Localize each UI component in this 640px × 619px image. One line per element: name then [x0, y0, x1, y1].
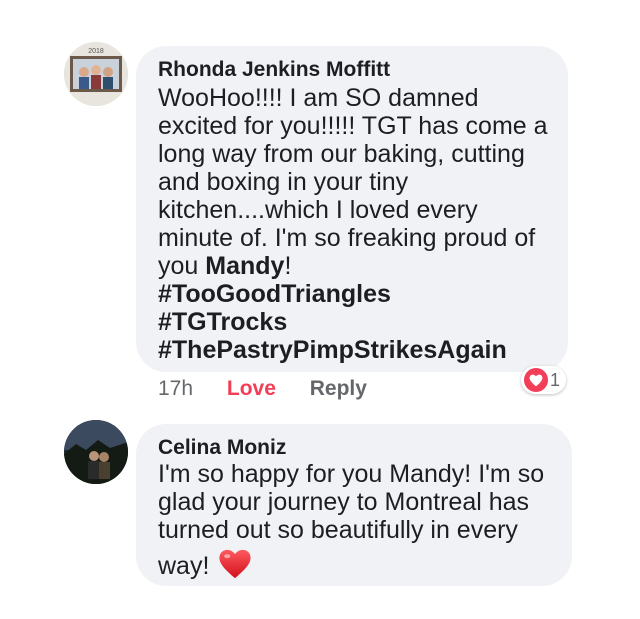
hashtag-tgtrocks[interactable]: #TGTrocks — [158, 308, 548, 336]
svg-text:2018: 2018 — [88, 48, 104, 55]
text-line: long way from our baking, cutting — [158, 140, 525, 168]
text-line: I'm so happy for you Mandy! I'm so — [158, 460, 545, 488]
reply-button[interactable]: Reply — [310, 377, 367, 401]
text-line: kitchen....which I loved every — [158, 196, 478, 224]
love-button[interactable]: Love — [227, 377, 276, 401]
mention-mandy[interactable]: Mandy — [205, 252, 284, 280]
avatar[interactable] — [64, 420, 128, 484]
heart-emoji-icon — [218, 548, 252, 580]
timestamp[interactable]: 17h — [158, 377, 193, 401]
avatar-photo-icon: 2018 — [64, 42, 128, 106]
comment-text: WooHoo!!!! I am SO damned excited for yo… — [158, 84, 548, 364]
text-line: minute of. I'm so freaking proud of — [158, 224, 536, 252]
comment-author[interactable]: Rhonda Jenkins Moffitt — [158, 58, 390, 82]
text-line: and boxing in your tiny — [158, 168, 409, 196]
comment-author[interactable]: Celina Moniz — [158, 436, 286, 460]
avatar[interactable]: 2018 — [64, 42, 128, 106]
text-line: you Mandy! — [158, 252, 292, 280]
reaction-count: 1 — [550, 369, 561, 390]
comment-text: I'm so happy for you Mandy! I'm so glad … — [158, 460, 544, 580]
text-line: glad your journey to Montreal has — [158, 488, 530, 516]
comment-actions: 17h Love Reply — [158, 377, 367, 401]
text-line: way! — [158, 552, 210, 580]
love-reaction-icon — [524, 368, 548, 392]
hashtag-toogoodtriangles[interactable]: #TooGoodTriangles — [158, 280, 548, 308]
hashtag-thepastrypimpstrikesagain[interactable]: #ThePastryPimpStrikesAgain — [158, 336, 548, 364]
avatar-photo-icon — [64, 420, 128, 484]
text-line: turned out so beautifully in every — [158, 516, 518, 544]
reaction-badge[interactable]: 1 — [521, 366, 567, 394]
text-line: WooHoo!!!! I am SO damned — [158, 84, 479, 112]
text-line: excited for you!!!!! TGT has come a — [158, 112, 548, 140]
